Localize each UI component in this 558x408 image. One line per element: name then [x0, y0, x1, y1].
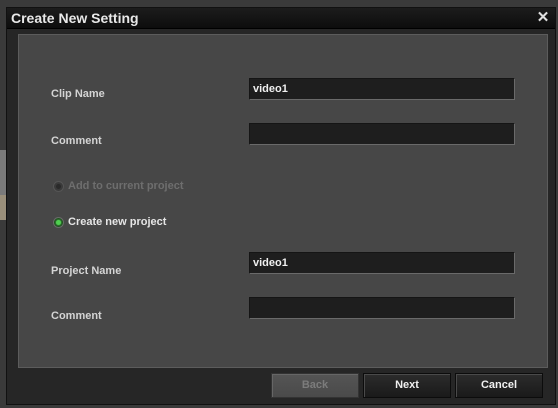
back-button[interactable]: Back — [271, 373, 359, 398]
create-new-project-radio[interactable] — [53, 216, 64, 228]
project-comment-label: Comment — [51, 310, 102, 322]
next-button[interactable]: Next — [363, 373, 451, 398]
project-comment-input[interactable] — [249, 297, 515, 319]
settings-panel: Clip Name Comment Add to current project… — [18, 34, 548, 368]
clip-name-label: Clip Name — [51, 88, 105, 100]
close-icon[interactable]: ✕ — [535, 9, 551, 26]
create-new-project-option[interactable]: Create new project — [53, 215, 166, 229]
add-to-current-project-label: Add to current project — [68, 180, 184, 192]
dialog-titlebar[interactable]: Create New Setting ✕ — [7, 8, 555, 29]
project-name-input[interactable] — [249, 252, 515, 274]
create-new-setting-dialog: Create New Setting ✕ Clip Name Comment A… — [6, 7, 556, 405]
clip-comment-input[interactable] — [249, 123, 515, 145]
cancel-button[interactable]: Cancel — [455, 373, 543, 398]
clip-comment-label: Comment — [51, 135, 102, 147]
add-to-current-project-radio[interactable] — [53, 180, 64, 192]
project-name-label: Project Name — [51, 265, 122, 277]
clip-name-input[interactable] — [249, 78, 515, 100]
create-new-project-label: Create new project — [68, 216, 167, 228]
dialog-title: Create New Setting — [11, 10, 139, 26]
add-to-current-project-option[interactable]: Add to current project — [53, 179, 184, 193]
